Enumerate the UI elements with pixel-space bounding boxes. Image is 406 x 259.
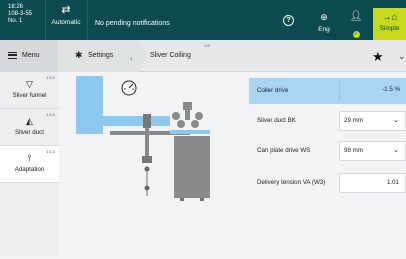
top-bar: 18:26 108-3-55 No. 1 ⇄ Automatic No pend…: [0, 0, 406, 40]
help-icon[interactable]: ?: [283, 15, 294, 26]
breadcrumb: Menu ✱ Settings 1 Sliver Coiling 1.5 ★ ⌄: [0, 40, 406, 72]
adaptation-icon: ⫯: [27, 153, 32, 163]
sidebar: 1.5.1 ▽ Sliver funnel 1.5.2 ◭ Sliver duc…: [0, 72, 59, 256]
sidebar-item-sliver-funnel[interactable]: 1.5.1 ▽ Sliver funnel: [0, 72, 59, 109]
param-value-input[interactable]: 1.01: [339, 173, 406, 193]
machine-id: 108-3-55: [8, 11, 33, 17]
mode-button[interactable]: ⇄ Automatic: [45, 0, 87, 40]
language-label: Eng: [318, 26, 330, 33]
menu-label: Menu: [22, 52, 40, 59]
param-label: Sliver duct BK: [257, 117, 296, 124]
user-icon: 👤︎: [349, 11, 363, 22]
sidebar-item-num: 1.5.3: [46, 149, 55, 154]
home-arrow-icon: →⌂: [381, 12, 398, 23]
sidebar-item-label: Adaptation: [14, 166, 45, 173]
sidebar-item-adaptation[interactable]: 1.5.3 ⫯ Adaptation: [0, 146, 59, 183]
breadcrumb-settings-num: 1: [130, 56, 133, 61]
hamburger-icon: [8, 52, 17, 59]
machine-diagram: [62, 74, 242, 254]
sidebar-item-sliver-duct[interactable]: 1.5.2 ◭ Sliver duct: [0, 109, 59, 146]
param-label: Delivery tension VA (W3): [257, 179, 326, 186]
param-label: Coiler drive: [257, 87, 289, 94]
user-button[interactable]: 👤︎ ✓: [341, 0, 371, 40]
param-value-select[interactable]: 29 mm ⌄: [339, 111, 406, 131]
gear-icon: ✱: [75, 50, 83, 60]
param-row-coiler-drive[interactable]: Coiler drive -1.5 %: [249, 78, 406, 104]
menu-button[interactable]: Menu: [0, 40, 58, 72]
param-row-can-plate-drive: Can plate drive WS 98 mm ⌄: [249, 138, 406, 164]
breadcrumb-separator: [138, 40, 148, 72]
param-value-select[interactable]: 98 mm ⌄: [339, 141, 406, 161]
coiler-head: [183, 102, 192, 110]
check-icon: ✓: [352, 31, 360, 38]
star-icon[interactable]: ★: [372, 50, 384, 63]
diagram-plate: [170, 130, 210, 134]
param-select-value: 29 mm: [344, 117, 363, 124]
chevron-down-icon[interactable]: ⌄: [398, 51, 406, 62]
param-value-input[interactable]: -1.5 %: [339, 81, 406, 101]
sidebar-item-label: Sliver duct: [15, 129, 44, 136]
breadcrumb-current: Sliver Coiling: [150, 52, 191, 59]
breadcrumb-current-num: 1.5: [204, 43, 210, 48]
chevron-down-icon: ⌄: [393, 147, 399, 154]
sidebar-item-num: 1.5.2: [46, 112, 55, 117]
language-button[interactable]: ⊕ Eng: [307, 0, 341, 40]
globe-icon: ⊕: [320, 12, 328, 22]
chevron-down-icon: ⌄: [393, 117, 399, 124]
machine-time: 18:26: [8, 4, 24, 10]
param-select-value: 98 mm: [344, 147, 363, 154]
transfer-icon: ⇄: [61, 4, 71, 16]
param-label: Can plate drive WS: [257, 147, 311, 154]
simple-label: Simple: [379, 25, 400, 32]
notifications-text[interactable]: No pending notifications: [95, 20, 170, 27]
machine-info[interactable]: 18:26 108-3-55 No. 1: [0, 0, 45, 40]
simple-mode-button[interactable]: →⌂ Simple: [373, 8, 406, 40]
machine-number: No. 1: [8, 18, 23, 24]
diagram-clamp: [143, 114, 151, 128]
sidebar-item-num: 1.5.1: [46, 75, 55, 80]
breadcrumb-settings[interactable]: ✱ Settings 1: [58, 40, 138, 72]
sidebar-item-label: Sliver funnel: [12, 92, 47, 99]
duct-icon: ◭: [26, 116, 33, 126]
param-row-delivery-tension: Delivery tension VA (W3) 1.01: [249, 170, 406, 196]
diagram-arm: [98, 116, 170, 126]
breadcrumb-settings-label: Settings: [88, 52, 114, 59]
funnel-icon: ▽: [26, 79, 33, 89]
mode-label: Automatic: [51, 19, 81, 26]
parameter-list: Coiler drive -1.5 % Sliver duct BK 29 mm…: [249, 72, 406, 256]
param-row-sliver-duct: Sliver duct BK 29 mm ⌄: [249, 108, 406, 134]
diagram-can: [174, 136, 210, 198]
